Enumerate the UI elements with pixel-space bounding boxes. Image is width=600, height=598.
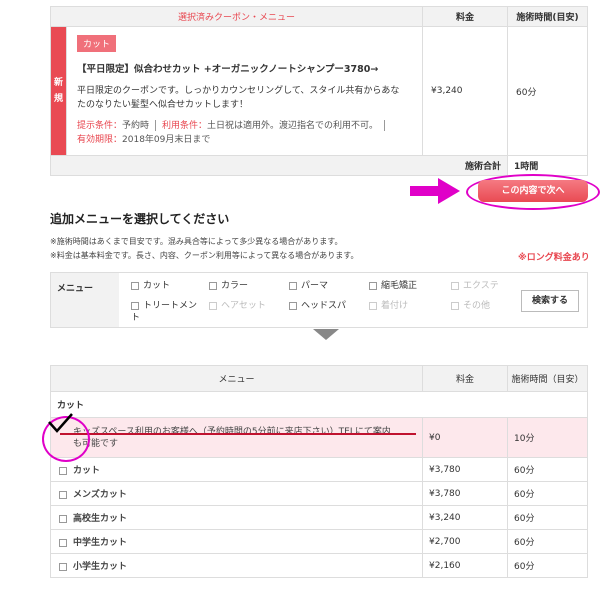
note-time: ※施術時間はあくまで目安です。混み具合等によって多少異なる場合があります。 xyxy=(50,237,343,246)
checkbox[interactable] xyxy=(59,514,67,523)
menu-item-name: メンズカット xyxy=(50,481,423,506)
selected-header: 選択済みクーポン・メニュー xyxy=(50,6,423,27)
menu-item-name: 小学生カット xyxy=(50,553,423,578)
filter-cut[interactable]: カット xyxy=(131,280,170,292)
menu-price-header: 料金 xyxy=(422,365,508,392)
menu-item-price: ¥3,780 xyxy=(422,457,508,482)
table-row[interactable]: 小学生カット ¥2,160 60分 xyxy=(50,553,588,578)
category-cut: カット xyxy=(50,391,588,418)
new-badge: 新規 xyxy=(50,26,67,156)
filter-label: メニュー xyxy=(51,273,119,327)
total-label: 施術合計 xyxy=(50,155,508,176)
menu-item-price: ¥2,160 xyxy=(422,553,508,578)
table-row[interactable]: 高校生カット ¥3,240 60分 xyxy=(50,505,588,530)
menu-table: メニュー 料金 施術時間（目安） カット キッズスペース利用のお客様へ（予約時間… xyxy=(50,365,588,578)
menu-item-price: ¥3,780 xyxy=(422,481,508,506)
time-header: 施術時間(目安) xyxy=(507,6,588,27)
menu-time-header: 施術時間（目安） xyxy=(507,365,588,392)
down-triangle-icon xyxy=(313,329,339,340)
filter-treatment[interactable]: トリートメント xyxy=(131,300,197,324)
filter-straightening[interactable]: 縮毛矯正 xyxy=(369,280,417,292)
checkbox[interactable] xyxy=(59,490,67,499)
menu-item-price: ¥0 xyxy=(422,417,508,458)
red-underline-annotation xyxy=(60,433,416,435)
total-value: 1時間 xyxy=(507,155,588,176)
filter-kitsuke: 着付け xyxy=(369,300,408,312)
checkmark-icon xyxy=(48,413,73,433)
checkbox[interactable] xyxy=(59,538,67,547)
table-row[interactable]: メンズカット ¥3,780 60分 xyxy=(50,481,588,506)
menu-item-name: キッズスペース利用のお客様へ（予約時間の5分前に来店下さい）TELにて案内 も可… xyxy=(50,417,423,458)
menu-item-name: カット xyxy=(50,457,423,482)
price-header: 料金 xyxy=(422,6,508,27)
menu-item-time: 10分 xyxy=(507,417,588,458)
menu-item-time: 60分 xyxy=(507,481,588,506)
menu-item-name: 高校生カット xyxy=(50,505,423,530)
coupon-title: 【平日限定】似合わせカット +オーガニックノートシャンプー3780→ xyxy=(77,64,379,75)
menu-item-name: 中学生カット xyxy=(50,529,423,554)
menu-item-time: 60分 xyxy=(507,457,588,482)
note-price: ※料金は基本料金です。長さ、内容、クーポン利用等によって異なる場合があります。 xyxy=(50,251,359,260)
filter-extension: エクステ xyxy=(451,280,499,292)
additional-menu-title: 追加メニューを選択してください xyxy=(50,212,230,226)
menu-item-price: ¥2,700 xyxy=(422,529,508,554)
long-fee-note: ※ロング料金あり xyxy=(518,253,590,263)
menu-item-time: 60分 xyxy=(507,553,588,578)
table-row[interactable]: カット ¥3,780 60分 xyxy=(50,457,588,482)
checkbox[interactable] xyxy=(59,466,67,475)
filter-other: その他 xyxy=(451,300,490,312)
checkbox[interactable] xyxy=(59,562,67,571)
filter-perm[interactable]: パーマ xyxy=(289,280,328,292)
menu-item-price: ¥3,240 xyxy=(422,505,508,530)
next-button[interactable]: この内容で次へ xyxy=(478,180,588,202)
table-row[interactable]: 中学生カット ¥2,700 60分 xyxy=(50,529,588,554)
arrow-annotation-icon xyxy=(410,178,460,204)
search-button[interactable]: 検索する xyxy=(521,290,579,312)
coupon-description: 平日限定のクーポンです。しっかりカウンセリングして、スタイル共有からあな たのな… xyxy=(77,86,400,110)
coupon-detail: カット 【平日限定】似合わせカット +オーガニックノートシャンプー3780→ 平… xyxy=(66,26,423,156)
filter-hairset: ヘアセット xyxy=(209,300,266,312)
menu-filter: メニュー カット カラー パーマ 縮毛矯正 エクステ トリートメント ヘアセット… xyxy=(50,272,588,328)
coupon-price: ¥3,240 xyxy=(422,26,508,156)
menu-header: メニュー xyxy=(50,365,423,392)
filter-color[interactable]: カラー xyxy=(209,280,248,292)
menu-item-time: 60分 xyxy=(507,505,588,530)
menu-item-time: 60分 xyxy=(507,529,588,554)
coupon-conditions: 提示条件：予約時 利用条件：土日祝は適用外。渡辺指名での利用不可。 有効期限：20… xyxy=(77,119,414,147)
table-row[interactable]: キッズスペース利用のお客様へ（予約時間の5分前に来店下さい）TELにて案内 も可… xyxy=(50,417,588,458)
coupon-time: 60分 xyxy=(507,26,588,156)
coupon-tag: カット xyxy=(77,35,117,52)
selected-coupon-table: 選択済みクーポン・メニュー 料金 施術時間(目安) 新規 カット 【平日限定】似… xyxy=(50,6,588,176)
filter-headspa[interactable]: ヘッドスパ xyxy=(289,300,346,312)
